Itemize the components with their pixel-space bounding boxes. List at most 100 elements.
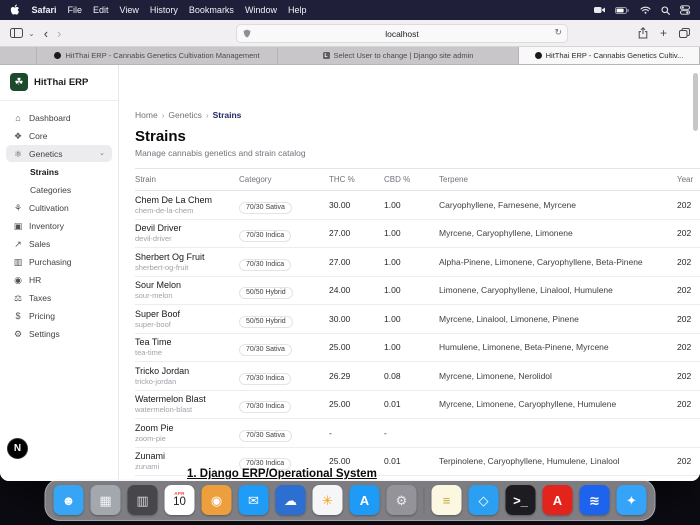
- strain-row[interactable]: Super Boof super-boof 50/50 Hybrid 30.00…: [135, 305, 700, 334]
- app-logo[interactable]: ☘ HitThai ERP: [0, 65, 118, 101]
- category-cell: 50/50 Hybrid: [239, 276, 329, 305]
- menu-window[interactable]: Window: [239, 5, 282, 15]
- terpene-cell: Myrcene, Linalool, Limonene, Pinene: [439, 305, 677, 334]
- dock-icon-mission-control[interactable]: ▥: [128, 485, 158, 515]
- strain-slug: tricko-jordan: [135, 378, 231, 387]
- new-tab-button[interactable]: +: [660, 27, 667, 39]
- category-cell: 70/30 Sativa: [239, 333, 329, 362]
- sidebar-item-sales[interactable]: ↗ Sales ⌄: [6, 235, 112, 252]
- dock-icon-system-settings[interactable]: ⚙: [387, 485, 417, 515]
- dock-icon-acrobat[interactable]: A: [543, 485, 573, 515]
- menu-edit[interactable]: Edit: [88, 5, 115, 15]
- dock-icon-docker[interactable]: ≋: [580, 485, 610, 515]
- menu-help[interactable]: Help: [282, 5, 312, 15]
- menu-bookmarks[interactable]: Bookmarks: [183, 5, 239, 15]
- category-cell: 50/50 Hybrid: [239, 305, 329, 334]
- sidebar-item-icon: ⚘: [13, 203, 23, 213]
- sidebar-item-categories[interactable]: Categories ⌄: [6, 181, 112, 198]
- sidebar-item-settings[interactable]: ⚙ Settings ⌄: [6, 325, 112, 342]
- dock-icon-launchpad[interactable]: ▦: [91, 485, 121, 515]
- address-bar[interactable]: localhost ↻: [236, 24, 568, 43]
- menu-safari[interactable]: Safari: [26, 5, 62, 15]
- strain-name: Zunami: [135, 451, 231, 462]
- sidebar-item-cultivation[interactable]: ⚘ Cultivation ⌄: [6, 199, 112, 216]
- dock-icon-terminal[interactable]: >_: [506, 485, 536, 515]
- nextjs-dev-badge[interactable]: N: [7, 438, 28, 459]
- battery-icon[interactable]: [615, 7, 630, 14]
- page-scrollbar[interactable]: [693, 73, 698, 131]
- strain-row[interactable]: Devil Driver devil-driver 70/30 Indica 2…: [135, 219, 700, 248]
- screen-mirroring-icon[interactable]: [594, 6, 605, 14]
- strain-row[interactable]: Tea Time tea-time 70/30 Sativa 25.00 1.0…: [135, 333, 700, 362]
- category-badge: 70/30 Sativa: [239, 202, 292, 214]
- chevron-down-icon[interactable]: ⌄: [28, 29, 35, 38]
- tab-hitthai-left[interactable]: HitThai ERP - Cannabis Genetics Cultivat…: [36, 47, 278, 64]
- strain-cell: Devil Driver devil-driver: [135, 219, 239, 248]
- strain-row[interactable]: Tricko Jordan tricko-jordan 70/30 Indica…: [135, 362, 700, 391]
- strain-row[interactable]: Watermelon Blast watermelon-blast 70/30 …: [135, 390, 700, 419]
- sidebar-item-purchasing[interactable]: ▥ Purchasing ⌄: [6, 253, 112, 270]
- tab-hitthai-active[interactable]: HitThai ERP - Cannabis Genetics Cultiv..…: [518, 47, 700, 64]
- toolbar-actions: +: [638, 27, 690, 39]
- back-button[interactable]: ‹: [44, 27, 48, 40]
- strain-row[interactable]: Zoom Pie zoom-pie 70/30 Sativa - -: [135, 419, 700, 448]
- menu-history[interactable]: History: [144, 5, 183, 15]
- dock-icon-mail[interactable]: ✉: [239, 485, 269, 515]
- sidebar-item-pricing[interactable]: $ Pricing ⌄: [6, 307, 112, 324]
- dock-icon-app-store[interactable]: A: [350, 485, 380, 515]
- breadcrumb-home[interactable]: Home: [135, 110, 158, 120]
- cbd-cell: 1.00: [384, 248, 439, 277]
- year-cell: 202: [677, 447, 700, 476]
- sidebar-toggle-icon[interactable]: [10, 28, 23, 38]
- dock-icon-glyph: ⚙: [396, 494, 408, 507]
- sidebar-item-icon: ◉: [13, 275, 23, 285]
- apple-menu[interactable]: [10, 4, 20, 16]
- dock-icon-calendar[interactable]: APR 10: [165, 485, 195, 515]
- reload-icon[interactable]: ↻: [554, 27, 562, 38]
- strain-row[interactable]: Sherbert Og Fruit sherbert-og-fruit 70/3…: [135, 248, 700, 277]
- control-center-icon[interactable]: [680, 5, 690, 15]
- menu-file[interactable]: File: [62, 5, 88, 15]
- strain-row[interactable]: Sour Melon sour-melon 50/50 Hybrid 24.00…: [135, 276, 700, 305]
- year-cell: 202: [677, 362, 700, 391]
- breadcrumb-separator: ›: [206, 111, 209, 120]
- sidebar-item-strains[interactable]: Strains ⌄: [6, 163, 112, 180]
- share-icon[interactable]: [638, 27, 648, 39]
- dock-icon-notes[interactable]: ≡: [432, 485, 462, 515]
- tab-title: HitThai ERP - Cannabis Genetics Cultiv..…: [546, 51, 684, 60]
- strain-slug: tea-time: [135, 349, 231, 358]
- column-header: Strain: [135, 169, 239, 191]
- category-cell: 70/30 Indica: [239, 390, 329, 419]
- dock-icon-weather[interactable]: ☁: [276, 485, 306, 515]
- category-cell: 70/30 Indica: [239, 248, 329, 277]
- sidebar-item-genetics[interactable]: ⚛ Genetics ⌄: [6, 145, 112, 162]
- breadcrumb-genetics[interactable]: Genetics: [168, 110, 202, 120]
- dock-icon-finder[interactable]: ☻: [54, 485, 84, 515]
- sidebar-item-dashboard[interactable]: ⌂ Dashboard ⌄: [6, 109, 112, 126]
- tab-overview-icon[interactable]: [679, 28, 690, 38]
- dock-icon-safari[interactable]: ✦: [617, 485, 647, 515]
- dock-icon-vscode[interactable]: ◇: [469, 485, 499, 515]
- strain-row[interactable]: Chem De La Chem chem-de-la-chem 70/30 Sa…: [135, 191, 700, 220]
- search-icon[interactable]: [661, 6, 670, 15]
- dock-icon-contacts[interactable]: ◉: [202, 485, 232, 515]
- sidebar-item-label: Purchasing: [29, 257, 72, 267]
- sidebar-item-icon: ▣: [13, 221, 23, 231]
- sidebar-item-core[interactable]: ❖ Core ⌄: [6, 127, 112, 144]
- menu-view[interactable]: View: [114, 5, 144, 15]
- cbd-cell: -: [384, 419, 439, 448]
- tab-django-admin[interactable]: L Select User to change | Django site ad…: [277, 47, 519, 64]
- sidebar-item-inventory[interactable]: ▣ Inventory ⌄: [6, 217, 112, 234]
- calendar-face: APR 10: [173, 492, 186, 509]
- privacy-shield-icon[interactable]: [243, 29, 251, 40]
- sidebar-item-taxes[interactable]: ⚖ Taxes ⌄: [6, 289, 112, 306]
- sidebar-item-label: Categories: [30, 185, 71, 195]
- forward-button[interactable]: ›: [57, 27, 61, 40]
- year-cell: 202: [677, 219, 700, 248]
- page-subtitle: Manage cannabis genetics and strain cata…: [135, 148, 700, 158]
- wifi-icon[interactable]: [640, 6, 651, 14]
- dock-icon-photos[interactable]: ✳: [313, 485, 343, 515]
- sidebar-item-hr[interactable]: ◉ HR ⌄: [6, 271, 112, 288]
- dock-icon-glyph: ≡: [443, 494, 451, 507]
- dock-icon-glyph: ✳: [322, 494, 333, 507]
